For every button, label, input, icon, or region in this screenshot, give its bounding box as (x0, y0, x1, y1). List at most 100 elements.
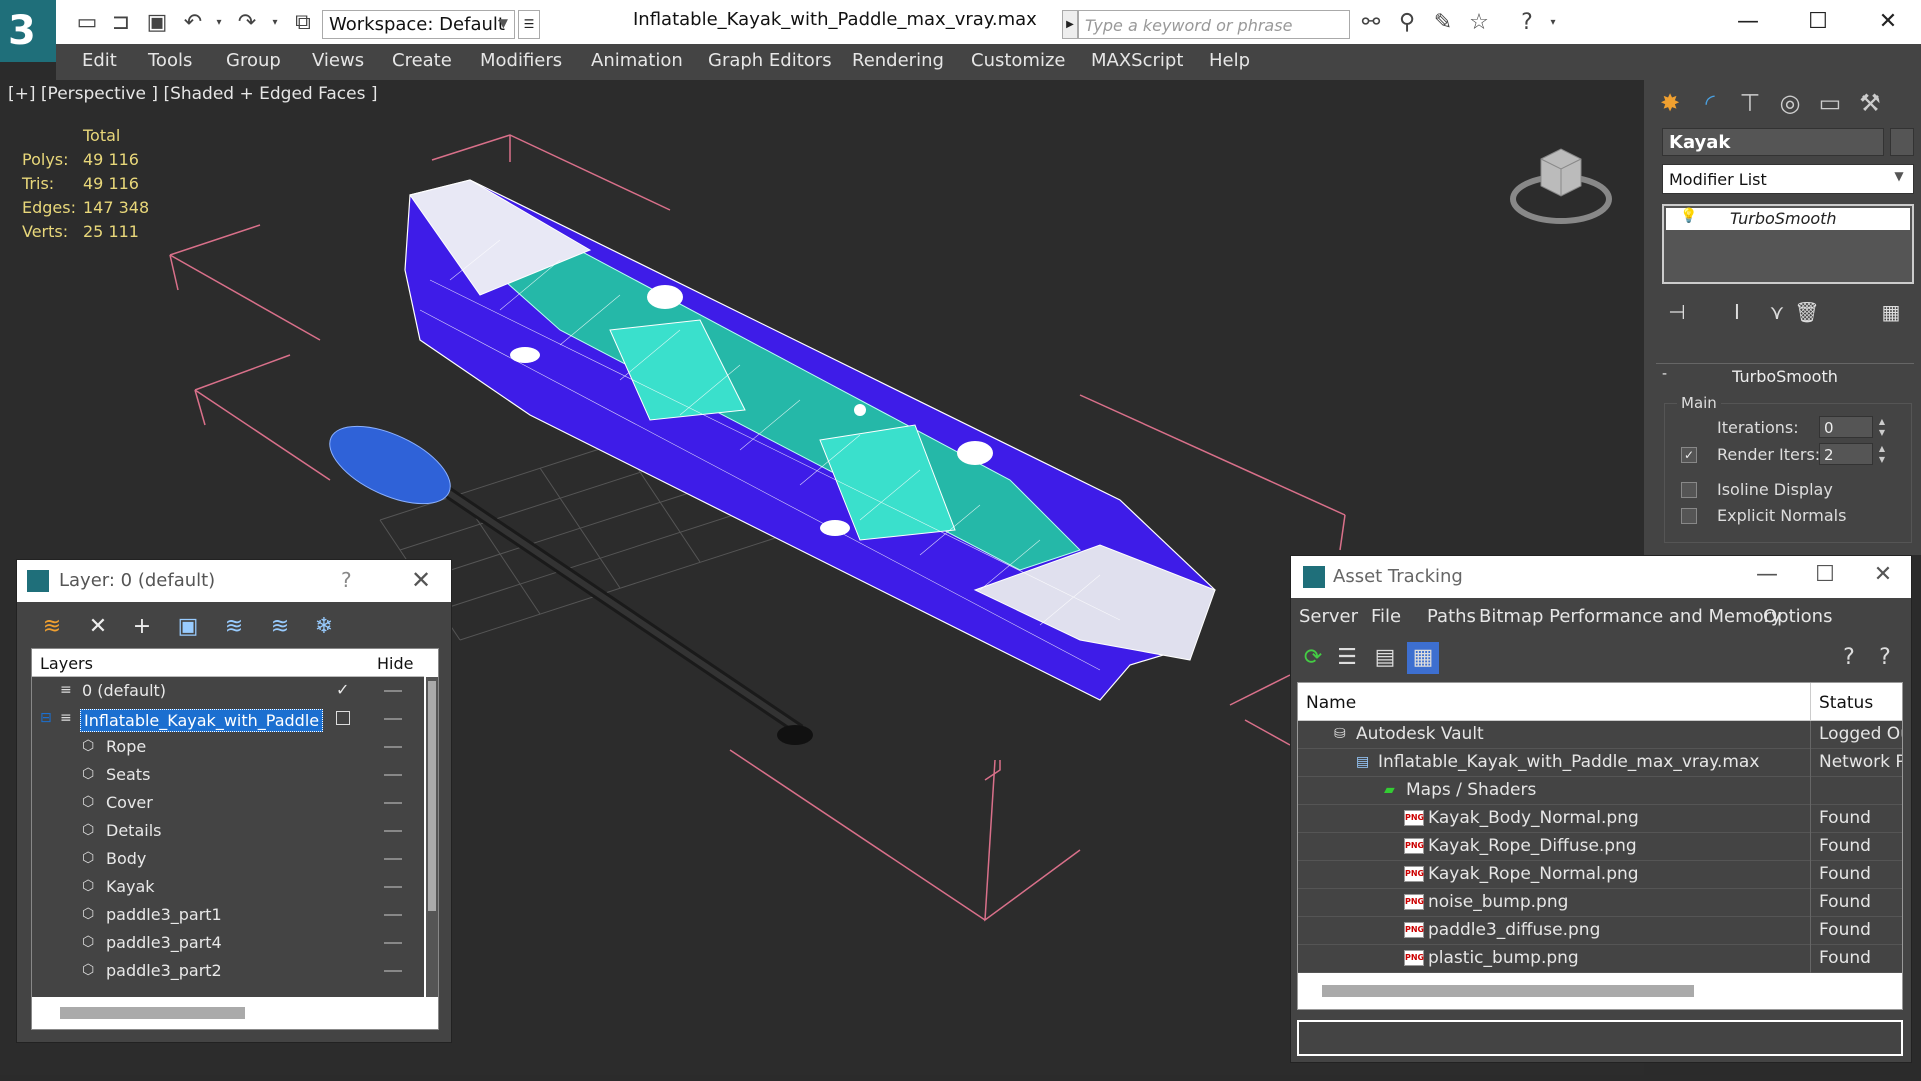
help-button[interactable]: ? (341, 568, 352, 592)
asset-row[interactable]: PNG Kayak_Rope_Normal.png Found (1298, 861, 1902, 889)
search-input[interactable]: Type a keyword or phrase (1078, 10, 1350, 39)
table-view-icon[interactable]: ▦ (1407, 642, 1439, 674)
vertical-scrollbar[interactable] (426, 677, 438, 997)
scrollbar-thumb[interactable] (60, 1007, 245, 1019)
save-icon[interactable]: ▣ (144, 12, 170, 34)
layer-row-object[interactable]: ⬡ Kayak (32, 873, 424, 901)
open-file-icon[interactable]: ⊐ (108, 12, 134, 34)
column-hide[interactable]: Hide (377, 654, 413, 673)
set-current-box[interactable] (336, 711, 350, 725)
column-name[interactable]: Name (1306, 693, 1356, 713)
workspace-select[interactable]: Workspace: Default ▼ (322, 10, 515, 39)
scrollbar-thumb[interactable] (428, 681, 436, 911)
object-color-swatch[interactable] (1890, 128, 1914, 156)
search-expand-icon[interactable]: ▶ (1062, 10, 1078, 39)
layer-dialog-titlebar[interactable]: Layer: 0 (default) ? ✕ (17, 560, 451, 602)
column-status[interactable]: Status (1810, 683, 1881, 721)
asset-row[interactable]: PNG plastic_bump.png Found (1298, 945, 1902, 973)
hide-toggle[interactable] (384, 942, 402, 944)
render-iters-spinner[interactable]: 2 (1819, 443, 1873, 465)
lightbulb-icon[interactable]: 💡 (1680, 208, 1697, 224)
app-logo-icon[interactable]: 3 (0, 0, 56, 62)
layer-row-object[interactable]: ⬡ Rope (32, 733, 424, 761)
minimize-button[interactable]: — (1718, 4, 1778, 40)
iterations-spinner[interactable]: 0 (1819, 416, 1873, 438)
hide-toggle[interactable] (384, 718, 402, 720)
menu-paths[interactable]: Paths (1427, 606, 1476, 627)
redo-icon[interactable]: ↷ (234, 12, 260, 34)
menu-create[interactable]: Create (392, 50, 452, 71)
hide-toggle[interactable] (384, 830, 402, 832)
asset-row[interactable]: ▤ Inflatable_Kayak_with_Paddle_max_vray.… (1298, 749, 1902, 777)
explicit-normals-checkbox[interactable] (1681, 508, 1697, 524)
list-view-icon[interactable]: ☰ (1331, 642, 1363, 674)
binoculars-icon[interactable]: ⚯ (1358, 12, 1384, 34)
viewport-label[interactable]: [+] [Perspective ] [Shaded + Edged Faces… (8, 84, 377, 104)
modify-tab-icon[interactable]: ◜ (1692, 86, 1728, 120)
menu-modifiers[interactable]: Modifiers (480, 50, 562, 71)
new-file-icon[interactable]: ▭ (74, 12, 100, 34)
menu-options[interactable]: Options (1763, 606, 1832, 627)
minimize-button[interactable]: — (1747, 562, 1787, 592)
asset-row[interactable]: PNG paddle3_diffuse.png Found (1298, 917, 1902, 945)
close-button[interactable]: ✕ (1863, 562, 1903, 592)
display-tab-icon[interactable]: ▭ (1812, 86, 1848, 120)
asset-row[interactable]: PNG noise_bump.png Found (1298, 889, 1902, 917)
collapse-icon[interactable]: - (1662, 366, 1667, 382)
highlight-layer-icon[interactable]: ≋ (219, 612, 249, 642)
maximize-button[interactable]: ☐ (1788, 4, 1848, 40)
wrench-search-icon[interactable]: ⚲ (1394, 12, 1420, 34)
modifier-list-dropdown[interactable]: Modifier List ▼ (1662, 164, 1914, 194)
column-layers[interactable]: Layers (40, 654, 93, 673)
maximize-button[interactable]: ☐ (1805, 562, 1845, 592)
collapse-icon[interactable]: ⊟ (40, 710, 56, 726)
undo-icon[interactable]: ↶ (180, 12, 206, 34)
hide-toggle[interactable] (384, 858, 402, 860)
hide-toggle[interactable] (384, 886, 402, 888)
hide-toggle[interactable] (384, 774, 402, 776)
hide-toggle[interactable] (384, 690, 402, 692)
thumbnail-view-icon[interactable]: ▤ (1369, 642, 1401, 674)
spinner-arrows-icon[interactable]: ▲ ▼ (1875, 443, 1889, 465)
menu-customize[interactable]: Customize (971, 50, 1065, 71)
close-button[interactable]: ✕ (1858, 4, 1918, 40)
hide-toggle[interactable] (384, 746, 402, 748)
undo-dropdown-icon[interactable]: ▾ (206, 12, 232, 34)
redo-dropdown-icon[interactable]: ▾ (262, 12, 288, 34)
turbosmooth-rollout-header[interactable]: - TurboSmooth (1656, 363, 1914, 387)
motion-tab-icon[interactable]: ◎ (1772, 86, 1808, 120)
favorites-star-icon[interactable]: ☆ (1466, 12, 1492, 34)
hide-toggle[interactable] (384, 970, 402, 972)
horizontal-scrollbar[interactable] (32, 997, 424, 1029)
menu-group[interactable]: Group (226, 50, 281, 71)
viewcube-icon[interactable] (1506, 124, 1616, 234)
asset-dialog-titlebar[interactable]: Asset Tracking — ☐ ✕ (1291, 556, 1911, 598)
render-iters-checkbox[interactable]: ✓ (1681, 447, 1697, 463)
hide-toggle[interactable] (384, 914, 402, 916)
spinner-arrows-icon[interactable]: ▲ ▼ (1875, 416, 1889, 438)
communication-center-icon[interactable]: ✎ (1430, 12, 1456, 34)
utilities-tab-icon[interactable]: ⚒ (1852, 86, 1888, 120)
help-dropdown-icon[interactable]: ▾ (1540, 12, 1566, 34)
select-objects-icon[interactable]: ▣ (173, 612, 203, 642)
object-name-field[interactable]: Kayak (1662, 128, 1884, 156)
configure-modifier-sets-icon[interactable]: ▦ (1876, 300, 1906, 326)
isoline-display-checkbox[interactable] (1681, 482, 1697, 498)
asset-row[interactable]: ▰ Maps / Shaders (1298, 777, 1902, 805)
menu-animation[interactable]: Animation (591, 50, 683, 71)
menu-rendering[interactable]: Rendering (852, 50, 944, 71)
asset-row[interactable]: PNG Kayak_Rope_Diffuse.png Found (1298, 833, 1902, 861)
delete-layer-icon[interactable]: ✕ (83, 612, 113, 642)
add-to-layer-icon[interactable]: + (127, 612, 157, 642)
freeze-all-icon[interactable]: ❄ (309, 612, 339, 642)
hide-toggle[interactable] (384, 802, 402, 804)
layer-row-kayak[interactable]: ⊟ ≡ Inflatable_Kayak_with_Paddle (32, 705, 424, 733)
hierarchy-tab-icon[interactable]: ⊤ (1732, 86, 1768, 120)
layer-row-object[interactable]: ⬡ Body (32, 845, 424, 873)
pin-stack-icon[interactable]: ⊣ (1662, 300, 1692, 326)
create-tab-icon[interactable]: ✸ (1652, 86, 1688, 120)
current-layer-check-icon[interactable]: ✓ (336, 680, 349, 699)
workspace-menu-button[interactable]: ☰ (518, 10, 540, 39)
menu-maxscript[interactable]: MAXScript (1091, 50, 1183, 71)
show-end-result-icon[interactable]: I (1722, 300, 1752, 326)
